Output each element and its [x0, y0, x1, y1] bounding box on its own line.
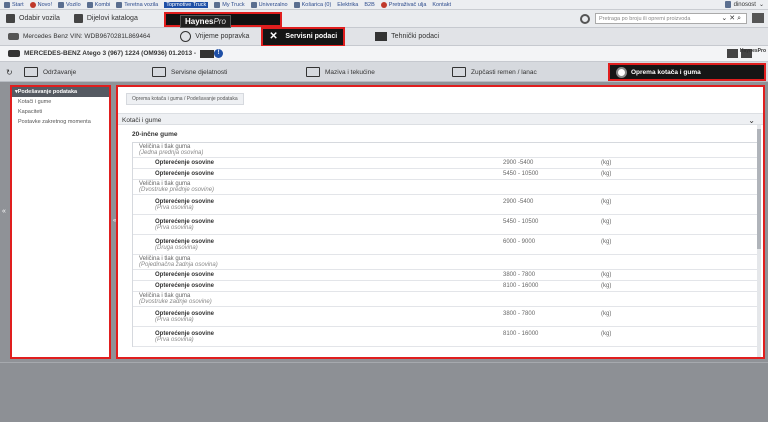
- sidebar: ▾Podešavanje podataka Kotači i gume Kapa…: [10, 85, 111, 359]
- group-header: Veličina i tlak guma (Pojedinačna zadnja…: [133, 255, 757, 270]
- section-header[interactable]: Kotači i gume ⌄: [118, 113, 763, 125]
- chevron-down-icon[interactable]: ⌄: [748, 116, 755, 125]
- home-icon: [4, 1, 10, 8]
- table-row: Opterećenje osovine 6000 - 9000 (kg) (Dr…: [133, 235, 757, 255]
- sidebar-header[interactable]: ▾Podešavanje podataka: [12, 87, 109, 97]
- menu-item-novo[interactable]: Novo!: [29, 1, 52, 8]
- print-icon[interactable]: [727, 49, 738, 58]
- scrollbar[interactable]: [757, 125, 761, 357]
- menu-item-topmotive-truck[interactable]: Topmotive Truck: [164, 1, 209, 8]
- table-row: Opterećenje osovine 5450 - 10500 (kg) (P…: [133, 215, 757, 235]
- cart-icon: [293, 1, 300, 8]
- menu-item-my-truck[interactable]: My Truck: [214, 1, 245, 8]
- settings-icon[interactable]: [580, 14, 590, 24]
- car-icon: [58, 1, 64, 8]
- menu-item-teretna[interactable]: Teretna vozila: [116, 1, 158, 8]
- nav-wheels-tyres[interactable]: Oprema kotača i guma: [608, 63, 766, 81]
- vehicle-info-bar: MERCEDES-BENZ Atego 3 (967) 1224 (OM936)…: [0, 46, 768, 62]
- belt-icon: [452, 67, 466, 77]
- truck-icon: [116, 1, 123, 8]
- scrollbar-thumb[interactable]: [757, 129, 761, 249]
- info-icon[interactable]: !: [214, 49, 224, 58]
- technical-icon: [375, 32, 388, 41]
- table-row: Opterećenje osovine 5450 - 10500 (kg): [133, 169, 757, 180]
- subsection-title: 20-inčne gume: [132, 131, 178, 138]
- table-row: Opterećenje osovine 2900 -5400 (kg): [133, 158, 757, 169]
- mail-icon[interactable]: [752, 13, 764, 23]
- top-menu-bar: Start Novo! Vozilo Kombi Teretna vozila …: [0, 0, 768, 10]
- refresh-icon[interactable]: ↻: [6, 68, 13, 77]
- search-input[interactable]: Pretraga po broju ili opremi proizvoda ⌄…: [595, 13, 747, 24]
- catalog-icon: [73, 14, 83, 23]
- nav-service-activities[interactable]: Servisne djelatnosti: [152, 67, 227, 77]
- content-panel: Oprema kotača i guma / Podešavanje podat…: [116, 85, 765, 359]
- haynespro-brand: HaynesPro: [739, 48, 766, 54]
- truck-icon: [8, 50, 20, 57]
- car-select-icon: [6, 14, 15, 23]
- table-row: Opterećenje osovine 3800 - 7800 (kg): [133, 270, 757, 281]
- menu-item-univerzalno[interactable]: Univerzalno: [250, 1, 288, 8]
- menu-item-start[interactable]: Start: [4, 1, 24, 8]
- tyre-table: Veličina i tlak guma (Jedna prednja osov…: [132, 142, 758, 347]
- menu-item-kombi[interactable]: Kombi: [86, 1, 110, 8]
- bottom-empty-area: [0, 362, 768, 422]
- sidebar-item-capacities[interactable]: Kapaciteti: [12, 107, 109, 117]
- menu-item-b2b[interactable]: B2B: [364, 2, 374, 8]
- menu-item-kosarica[interactable]: Košarica (0): [293, 1, 331, 8]
- book-icon: [152, 67, 166, 77]
- sidebar-item-torque[interactable]: Postavke zakretnog momenta: [12, 117, 109, 127]
- module-nav-bar: ↻ Održavanje Servisne djelatnosti Maziva…: [0, 62, 768, 82]
- universal-icon: [250, 1, 257, 8]
- menu-item-elektrika[interactable]: Elektrika: [337, 2, 358, 8]
- wheel-icon: [616, 66, 627, 78]
- clock-icon: [180, 31, 192, 42]
- search-controls[interactable]: ⌄✕⌕: [721, 14, 743, 23]
- haynespro-logo[interactable]: HaynesPro: [180, 15, 231, 28]
- user-icon: [724, 1, 731, 8]
- checklist-icon: [24, 67, 38, 77]
- menu-item-oil-finder[interactable]: Pretraživač ulja: [380, 1, 426, 8]
- sidebar-item-wheels-tyres[interactable]: Kotači i gume: [12, 97, 109, 107]
- catalog-parts-button[interactable]: Dijelovi kataloga: [73, 14, 138, 23]
- nav-fluids[interactable]: Maziva i tekućine: [306, 67, 375, 77]
- truck-icon: [214, 1, 221, 8]
- vehicle-vin: Mercedes Benz VIN: WDB9670281L869464: [8, 33, 150, 40]
- vehicle-name: MERCEDES-BENZ Atego 3 (967) 1224 (OM936)…: [8, 50, 196, 57]
- group-header: Veličina i tlak guma (Jedna prednja osov…: [133, 143, 757, 158]
- table-row: Opterećenje osovine 2900 -5400 (kg) (Prv…: [133, 195, 757, 215]
- menu-item-kontakt[interactable]: Kontakt: [432, 2, 451, 8]
- vehicle-selection-button[interactable]: Odabir vozila: [6, 14, 60, 23]
- table-row: Opterećenje osovine 8100 - 16000 (kg): [133, 281, 757, 292]
- table-row: Opterećenje osovine 8100 - 16000 (kg) (P…: [133, 327, 757, 347]
- user-menu[interactable]: dinosost ⌄: [724, 1, 764, 8]
- tools-icon: ✕: [269, 30, 278, 42]
- oil-icon: [380, 1, 387, 8]
- group-header: Veličina i tlak guma (Dvostruke zadnje o…: [133, 292, 757, 307]
- nav-timing-belt[interactable]: Zupčasti remen / lanac: [452, 67, 537, 77]
- engine-icon: [200, 49, 215, 58]
- chevron-down-icon: ⌄: [758, 2, 764, 8]
- oil-can-icon: [306, 67, 320, 77]
- van-icon: [86, 1, 93, 8]
- tab-technical-data[interactable]: Tehnički podaci: [375, 32, 439, 41]
- menu-item-vozilo[interactable]: Vozilo: [58, 1, 81, 8]
- table-row: Opterećenje osovine 3800 - 7800 (kg) (Pr…: [133, 307, 757, 327]
- group-header: Veličina i tlak guma (Dvostruke prednje …: [133, 180, 757, 195]
- tab-repair-time[interactable]: Vrijeme popravka: [180, 31, 249, 42]
- new-icon: [29, 1, 36, 8]
- breadcrumb[interactable]: Oprema kotača i guma / Podešavanje podat…: [126, 93, 244, 105]
- car-icon: [8, 33, 19, 40]
- nav-maintenance[interactable]: Održavanje: [24, 67, 76, 77]
- tab-service-data[interactable]: ✕ Servisni podaci: [261, 26, 346, 47]
- collapse-left-icon[interactable]: «: [2, 208, 6, 215]
- vehicle-tab-bar: Mercedes Benz VIN: WDB9670281L869464 Vri…: [0, 26, 768, 47]
